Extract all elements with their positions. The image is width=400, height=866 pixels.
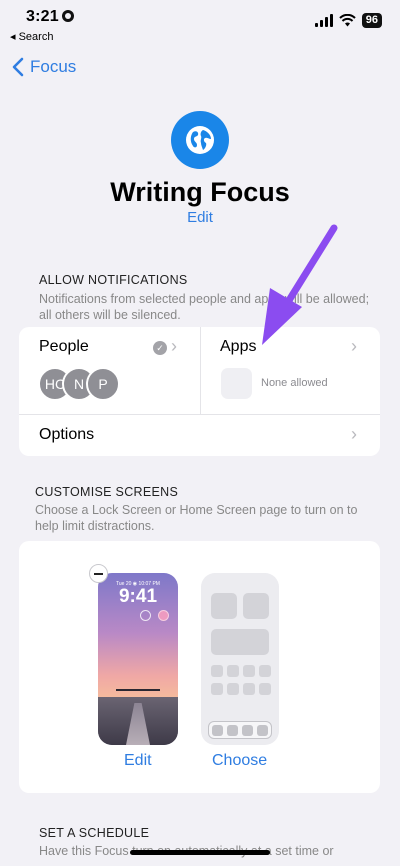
back-button-label: Focus <box>30 57 77 76</box>
chevron-right-icon: › <box>351 336 357 356</box>
people-cell[interactable]: People ✓ › HC N P <box>19 327 200 414</box>
screens-card: Tue 20 ◉ 10:07 PM 9:41 Edit Choose <box>19 541 380 793</box>
apps-cell[interactable]: Apps › None allowed <box>201 327 380 414</box>
focus-edit-link[interactable]: Edit <box>0 209 400 226</box>
wifi-icon <box>339 14 356 27</box>
apps-status: None allowed <box>261 377 328 389</box>
chevron-left-icon <box>12 57 24 77</box>
remove-icon[interactable] <box>89 564 108 583</box>
back-button[interactable]: Focus <box>12 57 76 77</box>
lock-screen-time: 9:41 <box>118 586 158 607</box>
customise-screens-header: CUSTOMISE SCREENS <box>35 485 179 499</box>
edit-lock-screen-button[interactable]: Edit <box>124 752 152 770</box>
chevron-right-icon: › <box>171 336 177 356</box>
focus-title: Writing Focus <box>110 177 290 207</box>
choose-home-screen-button[interactable]: Choose <box>212 752 267 770</box>
notifications-card: People ✓ › HC N P Apps › None allowed Op… <box>19 327 380 456</box>
battery-indicator: 96 <box>361 13 382 28</box>
home-screen-dock <box>208 721 272 739</box>
checkmark-badge-icon: ✓ <box>153 341 167 355</box>
status-bar: 3:21 ◂ Search 96 <box>0 0 400 44</box>
options-label: Options <box>39 426 95 443</box>
allow-notifications-header: ALLOW NOTIFICATIONS <box>39 273 188 287</box>
allow-notifications-description: Notifications from selected people and a… <box>39 292 370 322</box>
lock-screen-preview[interactable]: Tue 20 ◉ 10:07 PM 9:41 <box>98 573 178 745</box>
lock-screen-widgets <box>106 610 170 624</box>
home-indicator[interactable] <box>130 850 270 855</box>
apps-label: Apps <box>220 338 257 355</box>
home-screen-preview[interactable] <box>201 573 279 745</box>
status-indicators: 96 <box>314 13 382 28</box>
focus-icon[interactable] <box>171 111 229 169</box>
cellular-signal-icon <box>314 14 333 27</box>
pier-wallpaper-image <box>98 689 178 745</box>
app-placeholder-icon <box>221 368 252 399</box>
location-icon <box>62 10 74 22</box>
globe-icon <box>186 126 214 154</box>
status-time: 3:21 <box>26 8 59 25</box>
customise-screens-description: Choose a Lock Screen or Home Screen page… <box>35 503 358 533</box>
set-schedule-header: SET A SCHEDULE <box>39 826 150 840</box>
avatar: P <box>86 367 120 401</box>
options-row[interactable]: Options › <box>19 415 380 456</box>
back-to-app-link[interactable]: ◂ Search <box>10 30 53 43</box>
people-label: People <box>39 338 89 355</box>
chevron-right-icon: › <box>351 424 357 444</box>
